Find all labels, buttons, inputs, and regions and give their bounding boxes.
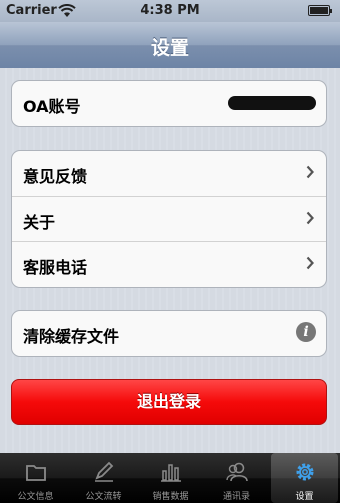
feedback-label: 意见反馈 bbox=[23, 167, 88, 186]
tab-label: 通讯录 bbox=[222, 492, 250, 502]
tab-label: 公文流转 bbox=[85, 492, 122, 502]
service-phone-row[interactable]: 客服电话 bbox=[12, 241, 326, 286]
settings-content: OA账号 意见反馈 关于 客服电话 清除缓存文件 i 退出登录 bbox=[0, 68, 340, 453]
menu-group: 意见反馈 关于 客服电话 bbox=[11, 150, 327, 288]
cache-group: 清除缓存文件 i bbox=[11, 310, 327, 357]
tab-label: 设置 bbox=[295, 492, 314, 502]
account-label: OA账号 bbox=[23, 97, 81, 116]
gear-icon bbox=[296, 463, 314, 481]
tab-documents[interactable]: 公文信息 bbox=[2, 453, 69, 503]
tab-settings[interactable]: 设置 bbox=[271, 453, 338, 503]
pen-icon bbox=[95, 461, 114, 482]
navigation-bar: 设置 bbox=[0, 22, 340, 69]
tab-contacts[interactable]: 通讯录 bbox=[203, 453, 270, 503]
about-row[interactable]: 关于 bbox=[12, 196, 326, 241]
tab-label: 销售数据 bbox=[152, 492, 189, 502]
status-bar: Carrier 4:38 PM bbox=[0, 0, 340, 22]
tab-sales-data[interactable]: 销售数据 bbox=[137, 453, 204, 503]
chevron-right-icon bbox=[306, 256, 314, 270]
feedback-row[interactable]: 意见反馈 bbox=[12, 151, 326, 196]
tab-label: 公文信息 bbox=[17, 492, 54, 502]
account-group: OA账号 bbox=[11, 80, 327, 127]
page-title: 设置 bbox=[150, 37, 189, 59]
chevron-right-icon bbox=[306, 165, 314, 179]
account-row: OA账号 bbox=[12, 81, 326, 126]
bar-chart-icon bbox=[161, 464, 181, 482]
battery-icon bbox=[308, 5, 332, 16]
info-icon[interactable]: i bbox=[296, 322, 316, 342]
account-value-redacted bbox=[228, 96, 316, 110]
clear-cache-row[interactable]: 清除缓存文件 i bbox=[12, 311, 326, 356]
folder-icon bbox=[26, 465, 46, 481]
about-label: 关于 bbox=[23, 213, 56, 232]
tab-document-flow[interactable]: 公文流转 bbox=[70, 453, 137, 503]
clear-cache-label: 清除缓存文件 bbox=[23, 327, 120, 346]
chevron-right-icon bbox=[306, 211, 314, 225]
tab-bar: 公文信息 公文流转 销售数据 通讯录 设置 bbox=[0, 453, 340, 503]
logout-button[interactable]: 退出登录 bbox=[11, 379, 327, 425]
status-time: 4:38 PM bbox=[140, 3, 200, 18]
service-phone-label: 客服电话 bbox=[23, 258, 88, 277]
contacts-icon bbox=[226, 462, 248, 482]
